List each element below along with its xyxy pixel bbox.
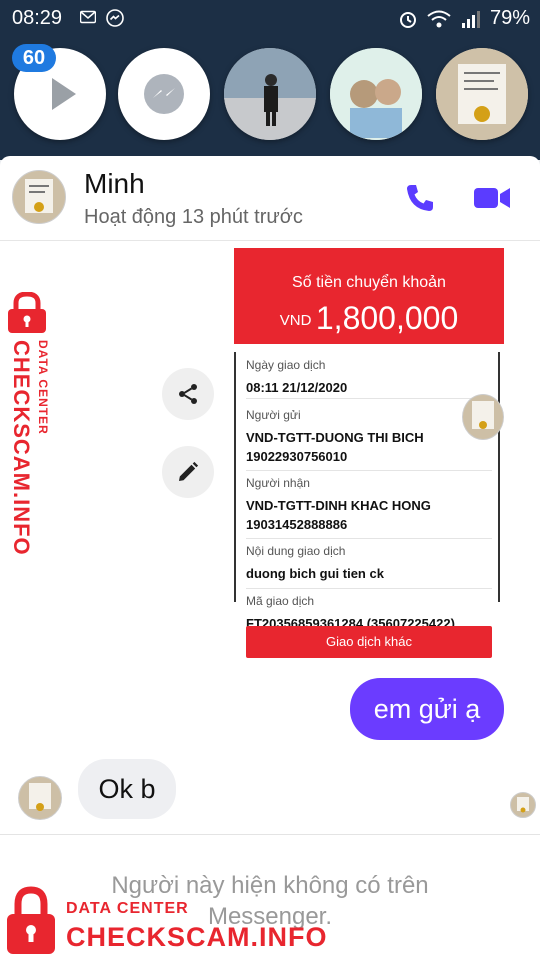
bank-transfer-receipt-image[interactable]: Số tiền chuyển khoản VND 1,800,000 Ngày …	[234, 248, 504, 666]
phone-call-icon[interactable]	[402, 180, 438, 216]
lock-icon	[8, 292, 46, 333]
watermark-vertical: CHECKSCAM.INFO DATA CENTER	[0, 292, 60, 556]
person-photo-chathead[interactable]	[224, 48, 316, 140]
sender-avatar-image	[19, 777, 61, 819]
contact-avatar[interactable]	[12, 170, 66, 224]
share-button[interactable]	[162, 368, 214, 420]
outgoing-message-bubble[interactable]: em gửi ạ	[350, 678, 504, 740]
watermark-brand: CHECKSCAM.INFO	[66, 922, 328, 952]
receipt-amount-header: Số tiền chuyển khoản VND 1,800,000	[234, 248, 504, 344]
pencil-icon	[179, 461, 199, 481]
receipt-field-content: Nội dung giao dịch duong bich gui tien c…	[246, 544, 492, 589]
field-label: Người gửi	[246, 408, 301, 422]
footer-divider	[0, 834, 540, 835]
seen-avatar-small	[510, 792, 536, 818]
mail-icon	[80, 10, 96, 24]
receipt-amount: 1,800,000	[315, 300, 459, 336]
watermark-caption: DATA CENTER	[66, 900, 189, 917]
incoming-message-bubble[interactable]: Ok b	[78, 759, 176, 819]
contact-activity-status: Hoạt động 13 phút trước	[84, 206, 303, 228]
field-label: Mã giao dịch	[246, 594, 315, 608]
contact-name[interactable]: Minh	[84, 168, 145, 200]
lock-icon	[7, 886, 55, 954]
messenger-chathead[interactable]	[118, 48, 210, 140]
group-photo	[330, 48, 422, 140]
unread-badge: 60	[12, 44, 56, 72]
incoming-sender-avatar	[18, 776, 62, 820]
field-label: Ngày giao dịch	[246, 358, 326, 372]
seen-avatar-image	[463, 395, 503, 439]
sender-name: VND-TGTT-DUONG THI BICH	[246, 430, 424, 445]
status-bar: 08:29 79%	[0, 0, 540, 36]
recipient-name: VND-TGTT-DINH KHAC HONG	[246, 498, 431, 513]
status-right-group: 79%	[398, 7, 530, 30]
receipt-amount-row: VND 1,800,000	[234, 300, 504, 337]
alarm-icon	[399, 11, 416, 28]
messenger-status-icon	[106, 9, 124, 27]
sender-account: 19022930756010	[246, 449, 348, 464]
signal-icon	[461, 10, 480, 28]
group-photo-chathead[interactable]	[330, 48, 422, 140]
share-icon	[179, 384, 197, 404]
status-time: 08:29	[12, 7, 63, 29]
recipient-account: 19031452888886	[246, 517, 348, 532]
video-call-icon[interactable]	[472, 180, 512, 216]
receipt-details: Ngày giao dịch 08:11 21/12/2020 Người gử…	[234, 352, 500, 631]
avatar-image	[13, 171, 65, 223]
person-photo	[224, 48, 316, 140]
seen-avatar-small-image	[511, 793, 535, 817]
other-transaction-button: Giao dịch khác	[246, 626, 492, 658]
seen-avatar	[462, 394, 504, 440]
edit-button[interactable]	[162, 446, 214, 498]
receipt-field-sender: Người gửi VND-TGTT-DUONG THI BICH 1902293…	[246, 408, 492, 471]
field-value: VND-TGTT-DUONG THI BICH 19022930756010	[246, 428, 492, 466]
conversation-panel: Minh Hoạt động 13 phút trước Số tiền chu…	[0, 156, 540, 960]
receipt-currency: VND	[279, 312, 312, 329]
conversation-header: Minh Hoạt động 13 phút trước	[0, 156, 540, 241]
battery-level: 79%	[489, 7, 530, 29]
messenger-icon	[144, 74, 184, 114]
wifi-icon	[427, 10, 451, 27]
field-value: duong bich gui tien ck	[246, 566, 384, 581]
receipt-field-date: Ngày giao dịch 08:11 21/12/2020	[246, 358, 492, 399]
field-value: VND-TGTT-DINH KHAC HONG 19031452888886	[246, 496, 492, 534]
watermark-caption-vertical: DATA CENTER	[36, 340, 50, 435]
document-photo	[436, 48, 528, 140]
receipt-title: Số tiền chuyển khoản	[292, 274, 446, 291]
receipt-field-recipient: Người nhận VND-TGTT-DINH KHAC HONG 190314…	[246, 476, 492, 539]
watermark-bottom: DATA CENTER CHECKSCAM.INFO	[0, 886, 330, 960]
field-label: Người nhận	[246, 476, 310, 490]
field-value: 08:11 21/12/2020	[246, 380, 348, 395]
watermark-brand-vertical: CHECKSCAM.INFO	[9, 340, 34, 556]
document-chathead[interactable]	[436, 48, 528, 140]
field-label: Nội dung giao dịch	[246, 544, 346, 558]
